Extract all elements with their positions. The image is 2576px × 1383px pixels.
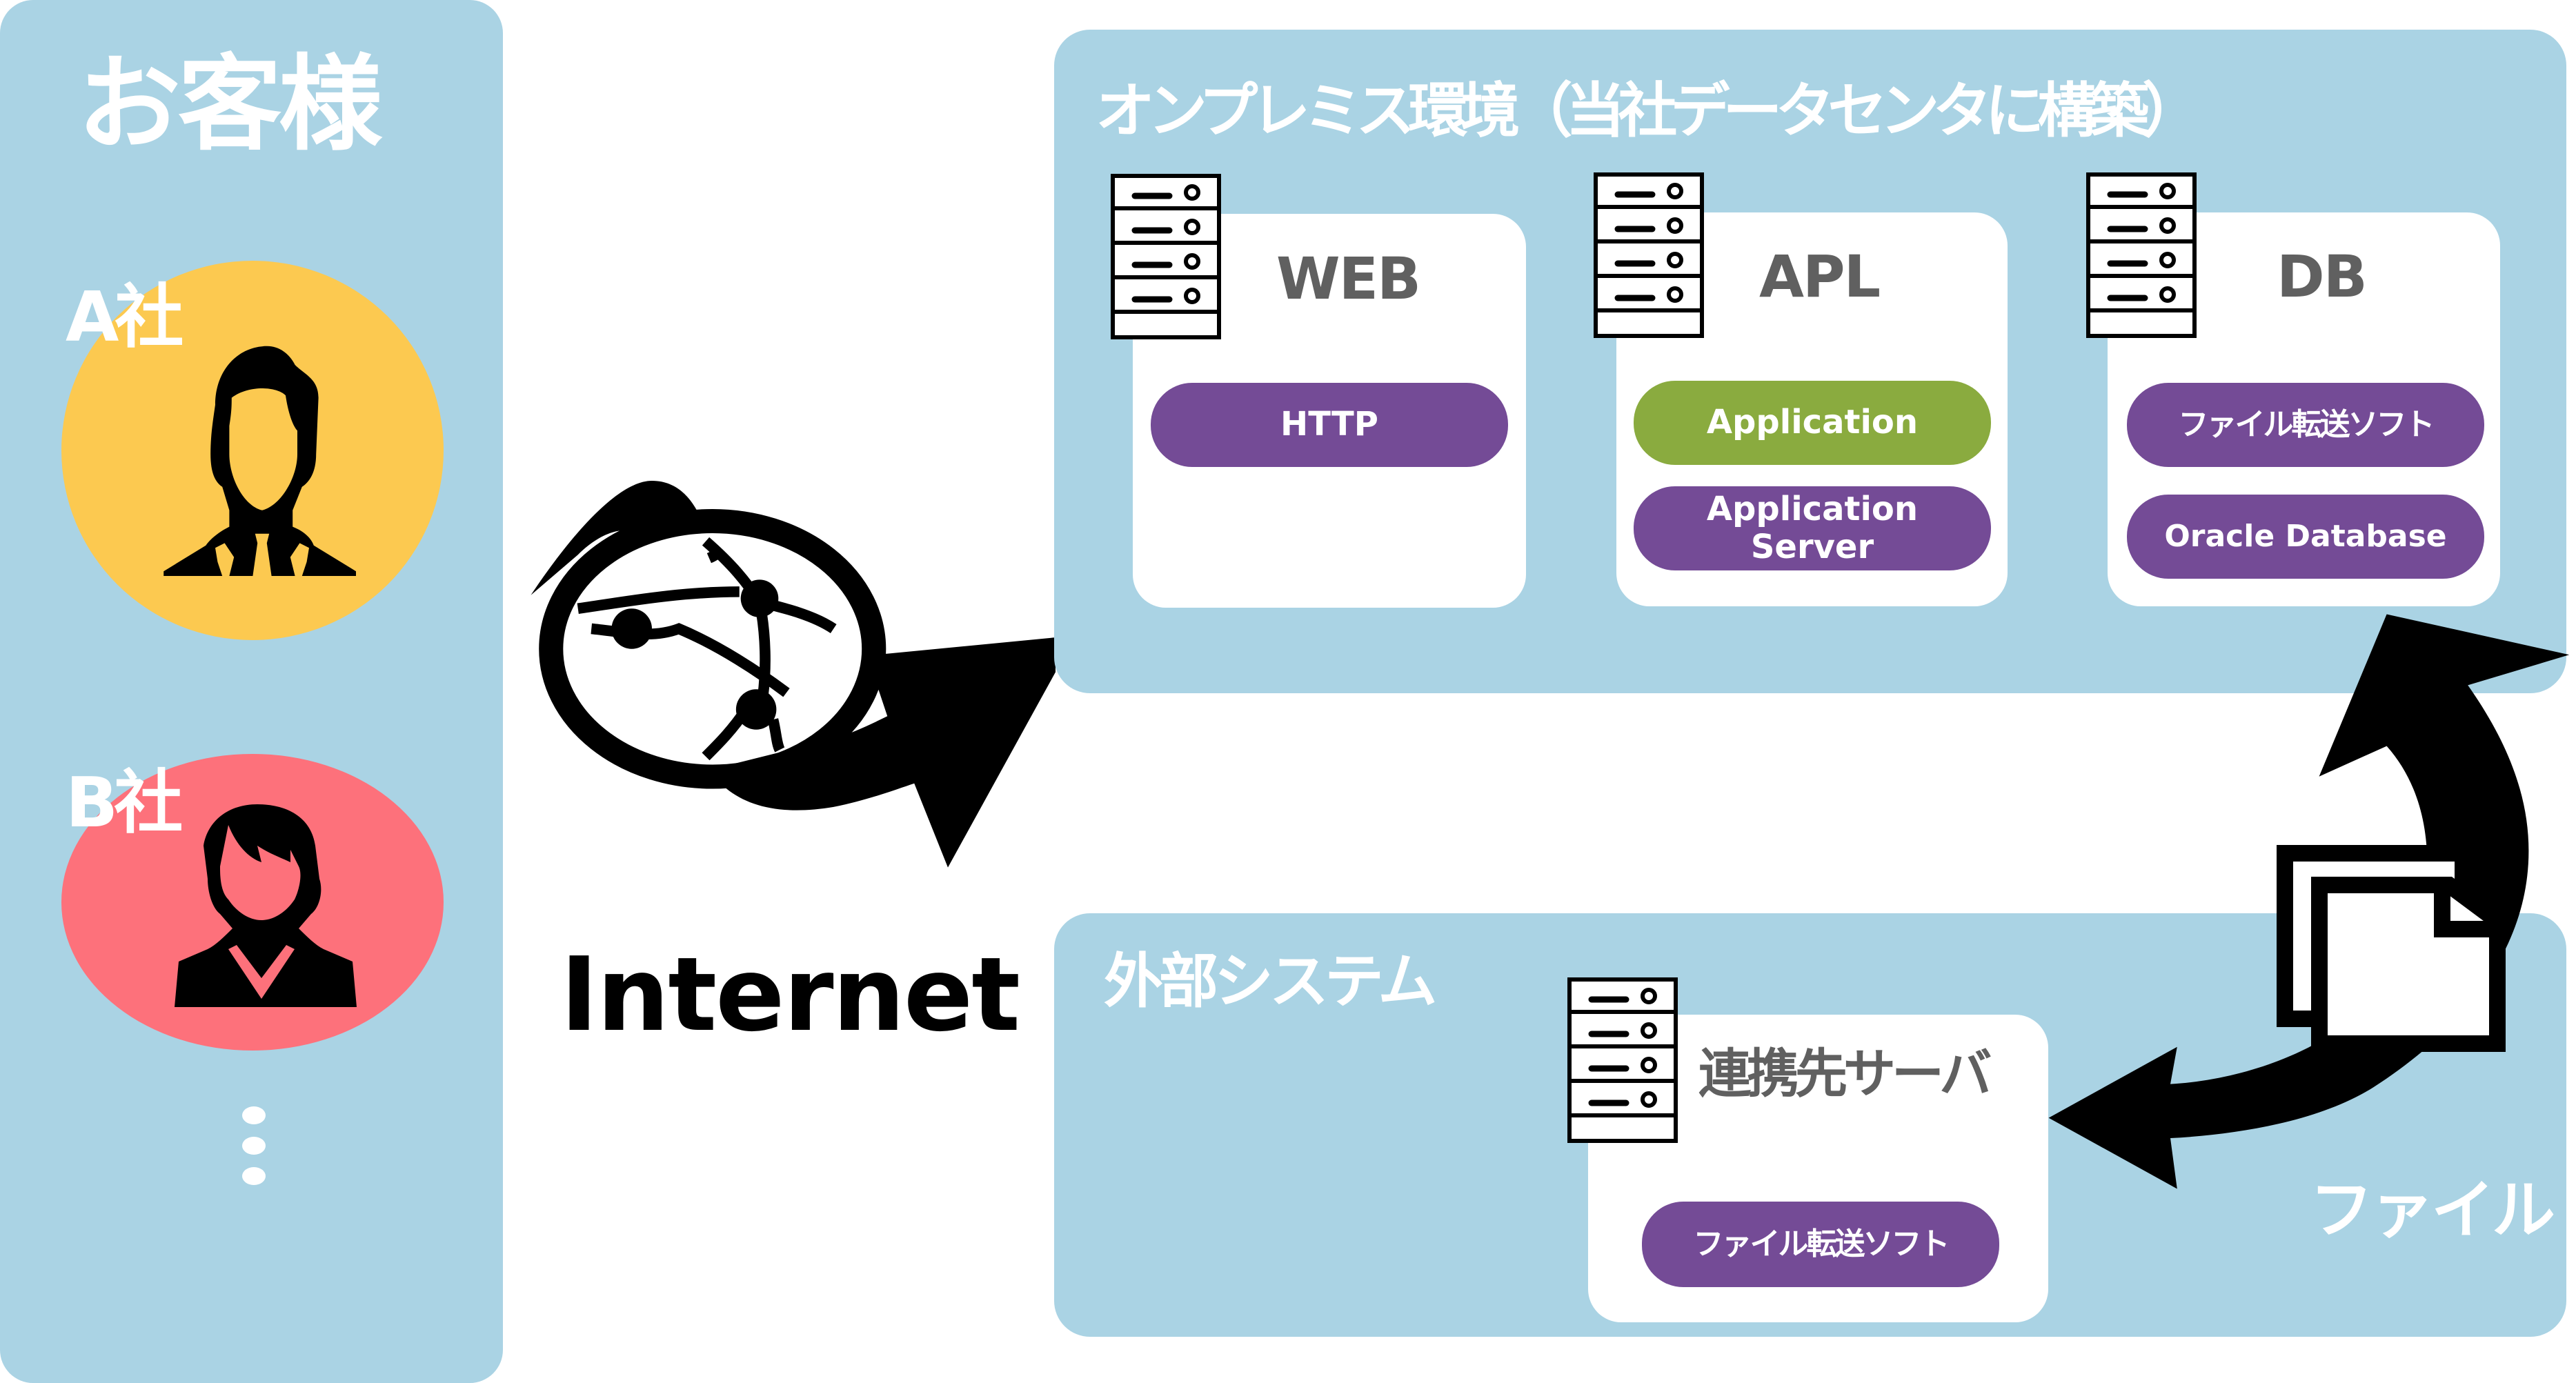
component-oracle-database: Oracle Database	[2127, 495, 2484, 579]
component-file-transfer-partner: ファイル転送ソフト	[1642, 1202, 1999, 1287]
component-application-server-line2: Server	[1750, 528, 1874, 566]
businessman-icon	[164, 346, 356, 576]
server-rack-icon	[1594, 172, 1704, 338]
component-application-server: Application Server	[1634, 486, 1991, 570]
document-copy-icon	[2277, 845, 2506, 1052]
internet-label: Internet	[560, 935, 1020, 1054]
customers-title: お客様	[77, 45, 382, 165]
external-title: 外部システム	[1104, 947, 1437, 1016]
server-rack-icon	[1567, 977, 1678, 1143]
web-server-title: WEB	[1276, 245, 1421, 312]
businesswoman-icon	[175, 804, 357, 1007]
company-b-label: B社	[66, 762, 183, 843]
apl-server-title: APL	[1759, 243, 1881, 310]
company-a-label: A社	[66, 277, 184, 357]
server-rack-icon	[2086, 172, 2197, 338]
partner-server-title: 連携先サーバ	[1698, 1043, 1992, 1104]
server-rack-icon	[1111, 174, 1221, 339]
db-server-title: DB	[2277, 243, 2368, 310]
component-application-server-line1: Application	[1706, 489, 1919, 528]
component-file-transfer-db: ファイル転送ソフト	[2127, 383, 2484, 467]
component-application: Application	[1634, 381, 1991, 465]
onprem-title: オンプレミス環境（当社データセンタに構築）	[1096, 77, 2201, 146]
component-http: HTTP	[1151, 383, 1508, 467]
file-label: ファイル	[2310, 1173, 2555, 1247]
globe-network-icon	[531, 481, 1056, 868]
